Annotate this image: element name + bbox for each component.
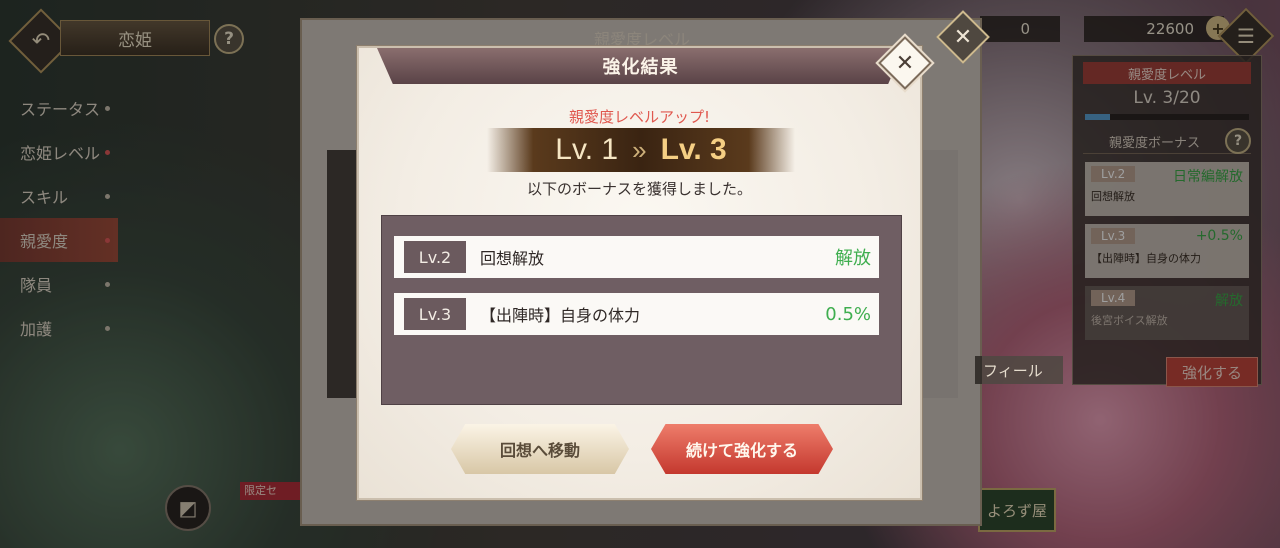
bonus-level-chip: Lv.3 xyxy=(404,298,466,330)
bonus-name: 回想解放 xyxy=(480,249,545,268)
levelup-text: 親愛度レベルアップ! xyxy=(568,108,710,126)
level-change-banner: Lv. 1 » Lv. 3 xyxy=(487,128,795,172)
from-level: Lv. 1 xyxy=(555,133,619,166)
bonus-level-chip: Lv.2 xyxy=(404,241,466,273)
modal-title: 強化結果 xyxy=(377,48,904,84)
close-icon: ✕ xyxy=(953,24,973,50)
bonus-value: 解放 xyxy=(835,248,871,269)
bonus-list: Lv.2 回想解放 解放 Lv.3 【出陣時】自身の体力 0.5% xyxy=(381,215,902,405)
continue-enhance-button[interactable]: 続けて強化する xyxy=(651,424,833,474)
enhance-result-modal: 強化結果 親愛度レベルアップ! Lv. 1 » Lv. 3 以下のボーナスを獲得… xyxy=(357,46,922,500)
bonus-name: 【出陣時】自身の体力 xyxy=(480,306,641,325)
to-level: Lv. 3 xyxy=(660,133,727,166)
obtained-text: 以下のボーナスを獲得しました。 xyxy=(526,180,752,198)
go-to-memory-button[interactable]: 回想へ移動 xyxy=(451,424,629,474)
profile-button[interactable]: フィール xyxy=(975,356,1063,384)
list-item: Lv.3 【出陣時】自身の体力 0.5% xyxy=(394,293,879,335)
list-item: Lv.2 回想解放 解放 xyxy=(394,236,879,278)
bonus-value: 0.5% xyxy=(825,303,871,325)
close-icon: ✕ xyxy=(895,50,915,76)
arrow-right-icon: » xyxy=(632,134,647,165)
